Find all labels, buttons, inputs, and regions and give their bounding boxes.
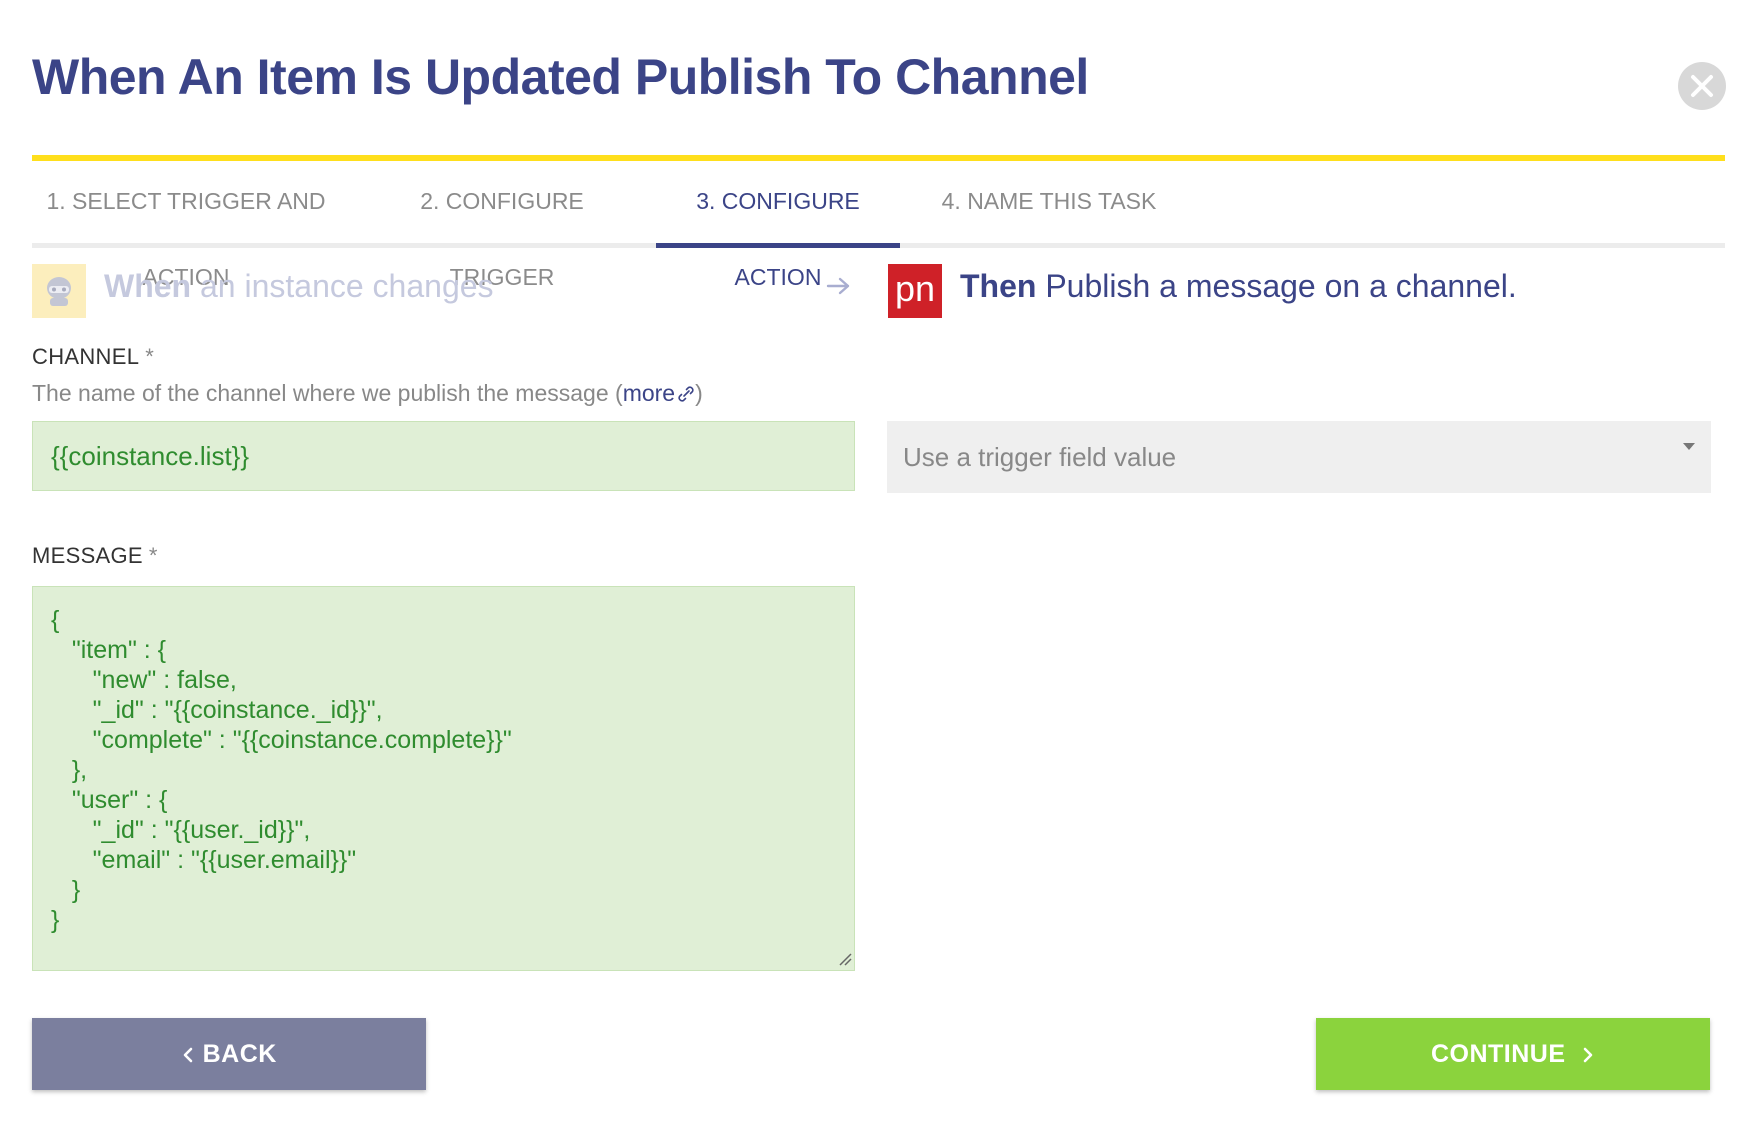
action-summary: Then Publish a message on a channel.	[960, 268, 1517, 304]
trigger-field-select[interactable]: Use a trigger field value	[887, 421, 1711, 493]
trigger-summary: When an instance changes	[104, 268, 494, 304]
arrow-right-icon	[826, 277, 850, 295]
external-link-icon	[678, 386, 694, 402]
close-icon	[1691, 75, 1713, 97]
channel-description: The name of the channel where we publish…	[32, 380, 703, 406]
page-title: When An Item Is Updated Publish To Chann…	[32, 49, 1089, 105]
message-textarea[interactable]: { "item" : { "new" : false, "_id" : "{{c…	[32, 586, 855, 971]
close-button[interactable]	[1678, 62, 1726, 110]
tab-configure-trigger[interactable]: 2. CONFIGURE TRIGGER	[372, 163, 632, 290]
back-button[interactable]: BACK	[32, 1018, 426, 1090]
chevron-down-icon	[1683, 443, 1695, 450]
chevron-left-icon	[183, 1048, 193, 1063]
chevron-right-icon	[1583, 1048, 1593, 1063]
trigger-field-select-value: Use a trigger field value	[903, 442, 1177, 472]
more-link[interactable]: more	[623, 380, 695, 406]
tab-select-trigger-and-action[interactable]: 1. SELECT TRIGGER AND ACTION	[32, 163, 340, 290]
step-tabs: 1. SELECT TRIGGER AND ACTION 2. CONFIGUR…	[32, 163, 1725, 290]
pubnub-logo-icon: pn	[888, 264, 942, 318]
channel-input[interactable]: {{coinstance.list}}	[32, 421, 855, 491]
tab-configure-action[interactable]: 3. CONFIGURE ACTION	[656, 163, 900, 290]
robot-trigger-icon	[32, 264, 86, 318]
back-button-label: BACK	[202, 1040, 277, 1068]
channel-label: CHANNEL *	[32, 344, 155, 369]
accent-divider	[32, 155, 1725, 161]
message-label: MESSAGE *	[32, 543, 158, 568]
continue-button[interactable]: CONTINUE	[1316, 1018, 1710, 1090]
tab-name-this-task[interactable]: 4. NAME THIS TASK	[934, 163, 1164, 243]
resize-handle-icon[interactable]	[838, 952, 852, 966]
continue-button-label: CONTINUE	[1430, 1040, 1566, 1068]
